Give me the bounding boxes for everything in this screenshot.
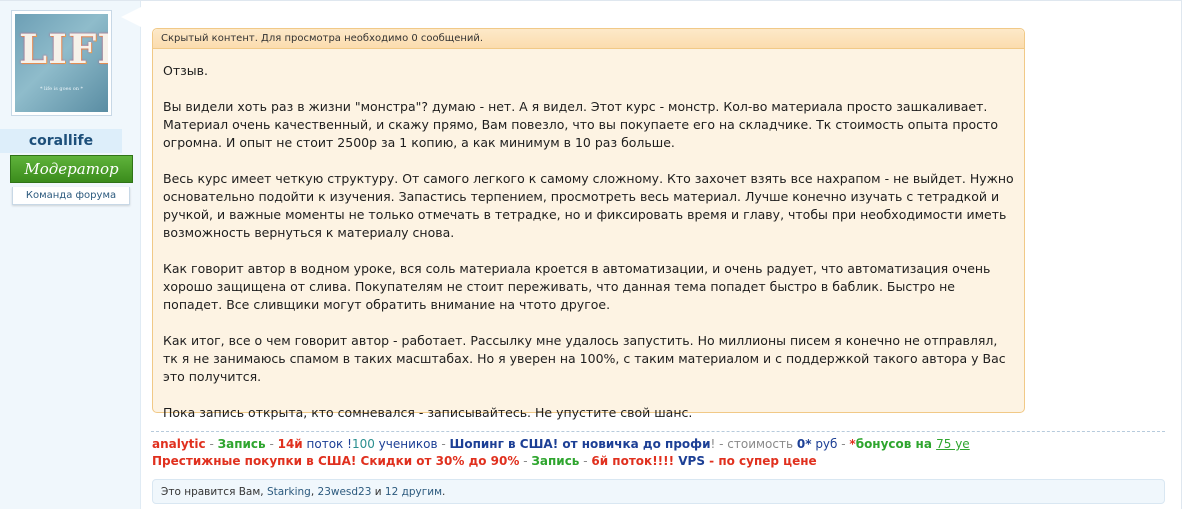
sig-text: 14й [277,437,303,451]
message-pointer-arrow [121,7,141,27]
sig-text: - по супер цене [705,454,817,468]
signature-divider [151,431,1165,432]
sig-text: ! - стоимость [710,437,797,451]
role-banner-moderator: Модератор [10,155,133,183]
message-paragraph: Весь курс имеет четкую структуру. От сам… [163,171,1014,240]
liker-link-23wesd23[interactable]: 23wesd23 [318,486,372,498]
sig-link-zapis[interactable]: Запись [218,437,266,451]
sig-text: 6й поток!!!! [591,454,675,468]
message-paragraph: Вы видели хоть раз в жизни "монстра"? ду… [163,99,998,150]
sig-text: учеников [374,437,438,451]
signature-line-1: analytic - Запись - 14й поток !100 учени… [152,436,1166,453]
sig-text: - [579,454,592,468]
message-paragraph: Пока запись открыта, кто сомневался - за… [163,405,693,420]
sig-text: поток ! [302,437,352,451]
likes-and: и [371,486,385,498]
liker-link-starking[interactable]: Starking [267,486,311,498]
message-paragraph: Как говорит автор в водном уроке, вся со… [163,261,991,312]
sig-link-vps[interactable]: VPS [674,454,705,468]
likes-end: . [442,486,446,498]
likes-summary: Это нравится Вам, Starking, 23wesd23 и 1… [152,479,1165,504]
likes-separator: , [310,486,318,498]
signature: analytic - Запись - 14й поток !100 учени… [152,436,1166,470]
hidden-content-box: Скрытый контент. Для просмотра необходим… [152,28,1025,420]
sig-link-bonus[interactable]: 75 уе [936,437,970,451]
likes-others-link[interactable]: 12 другим [385,486,442,498]
message-paragraph: Как итог, все о чем говорит автор - рабо… [163,333,1006,384]
sig-link-prestige[interactable]: Престижные покупки в США! Скидки от 30% … [152,454,519,468]
avatar-image[interactable]: LIFE * life is goes on * [15,14,108,112]
sig-text: бонусов на [855,437,937,451]
forum-team-badge[interactable]: Команда форума [12,187,130,205]
avatar-text: LIFE [19,26,108,73]
sig-text: руб [811,437,838,451]
forum-post: LIFE * life is goes on * corallife Модер… [0,0,1182,509]
avatar[interactable]: LIFE * life is goes on * [11,10,112,116]
sig-link-shopping[interactable]: Шопинг в США! от новичка до профи [450,437,711,451]
signature-line-2: Престижные покупки в США! Скидки от 30% … [152,453,1166,470]
message-body: Отзыв. Вы видели хоть раз в жизни "монст… [153,49,1024,422]
sig-text: 0* [796,437,812,451]
avatar-tagline: * life is goes on * [39,86,84,92]
user-info-column: LIFE * life is goes on * corallife Модер… [0,1,141,509]
sig-text: - [265,437,278,451]
sig-text: - [205,437,218,451]
likes-prefix: Это нравится Вам, [161,486,267,498]
sig-text: - [437,437,450,451]
hidden-content-header: Скрытый контент. Для просмотра необходим… [153,29,1024,49]
username-link[interactable]: corallife [0,129,122,153]
sig-link-analytic[interactable]: analytic [152,437,206,451]
sig-text: - [519,454,532,468]
sig-text: - [837,437,850,451]
sig-link-zapis-2[interactable]: Запись [531,454,579,468]
message-paragraph: Отзыв. [163,63,208,78]
sig-text: 100 [351,437,375,451]
